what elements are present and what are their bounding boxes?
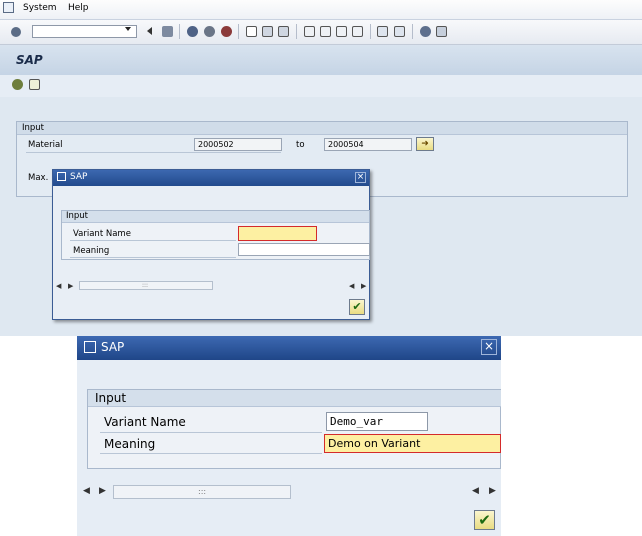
- dialog-window-icon: [57, 172, 66, 181]
- toolbar-separator: [296, 24, 297, 39]
- exit-icon[interactable]: [204, 26, 215, 37]
- scroll-grip: :::: [142, 282, 149, 289]
- print-icon[interactable]: [246, 26, 257, 37]
- meaning-field[interactable]: [238, 243, 370, 256]
- scroll-left-icon[interactable]: ◀: [472, 486, 479, 496]
- window-menu-icon[interactable]: [3, 2, 14, 13]
- scroll-right-icon[interactable]: ▶: [68, 282, 73, 290]
- dialog-title: SAP: [70, 172, 88, 182]
- dialog-group-title: Input: [95, 391, 127, 405]
- variant-name-label: Variant Name: [73, 229, 131, 239]
- label-underline: [70, 257, 236, 258]
- previous-page-icon[interactable]: [320, 26, 331, 37]
- scroll-left-icon[interactable]: ◀: [56, 282, 61, 290]
- scroll-right-icon[interactable]: ▶: [489, 486, 496, 496]
- enter-icon[interactable]: [11, 27, 21, 37]
- meaning-label: Meaning: [104, 437, 156, 451]
- dialog-title: SAP: [101, 340, 125, 354]
- back-arrow-icon[interactable]: [147, 27, 152, 35]
- shortcut-icon[interactable]: [394, 26, 405, 37]
- meaning-field[interactable]: Demo on Variant: [324, 434, 501, 453]
- variant-name-field[interactable]: [238, 226, 317, 241]
- confirm-button[interactable]: ✔: [474, 510, 495, 530]
- scroll-grip: :::: [198, 487, 207, 496]
- application-toolbar: [0, 75, 642, 97]
- toolbar-separator: [412, 24, 413, 39]
- scroll-right-icon[interactable]: ▶: [361, 282, 366, 290]
- toolbar-separator: [179, 24, 180, 39]
- menu-help[interactable]: Help: [68, 3, 89, 13]
- to-label: to: [296, 140, 305, 150]
- save-icon[interactable]: [162, 26, 173, 37]
- menu-bar: [0, 0, 642, 20]
- dialog-window-icon: [84, 341, 96, 353]
- meaning-label: Meaning: [73, 246, 110, 256]
- multiple-selection-button[interactable]: ➜: [416, 137, 434, 151]
- help-icon[interactable]: [420, 26, 431, 37]
- max-label: Max.: [28, 173, 49, 183]
- dialog-group-title: Input: [66, 211, 89, 221]
- last-page-icon[interactable]: [352, 26, 363, 37]
- close-icon[interactable]: ×: [355, 172, 366, 183]
- toolbar-separator: [370, 24, 371, 39]
- command-field[interactable]: [32, 25, 137, 38]
- menu-system[interactable]: System: [23, 3, 57, 13]
- close-icon[interactable]: ×: [481, 339, 497, 355]
- first-page-icon[interactable]: [304, 26, 315, 37]
- dialog-group-header: [62, 211, 369, 223]
- execute-icon[interactable]: [12, 79, 23, 90]
- scroll-left-icon[interactable]: ◀: [83, 486, 90, 496]
- cancel-icon[interactable]: [221, 26, 232, 37]
- find-next-icon[interactable]: [278, 26, 289, 37]
- title-bar: [0, 45, 642, 76]
- back-icon[interactable]: [187, 26, 198, 37]
- scroll-right-icon[interactable]: ▶: [99, 486, 106, 496]
- get-variant-icon[interactable]: [29, 79, 40, 90]
- label-underline: [26, 152, 281, 153]
- scroll-left-icon[interactable]: ◀: [349, 282, 354, 290]
- layout-menu-icon[interactable]: [436, 26, 447, 37]
- label-underline: [100, 432, 322, 433]
- toolbar-separator: [238, 24, 239, 39]
- find-icon[interactable]: [262, 26, 273, 37]
- create-session-icon[interactable]: [377, 26, 388, 37]
- selection-group-header: [17, 122, 627, 135]
- selection-group-title: Input: [22, 123, 45, 133]
- page-title: SAP: [16, 53, 43, 67]
- dialog-group-header: [88, 390, 501, 407]
- variant-name-field[interactable]: Demo_var: [326, 412, 428, 431]
- dialog-title-bar: [77, 336, 501, 360]
- material-label: Material: [28, 140, 63, 150]
- next-page-icon[interactable]: [336, 26, 347, 37]
- command-dropdown-icon[interactable]: [125, 27, 131, 31]
- material-from-field[interactable]: 2000502: [194, 138, 282, 151]
- material-to-field[interactable]: 2000504: [324, 138, 412, 151]
- dialog-title-bar: [53, 170, 369, 186]
- variant-name-label: Variant Name: [104, 415, 186, 429]
- confirm-button[interactable]: ✔: [349, 299, 365, 315]
- label-underline: [100, 453, 322, 454]
- label-underline: [70, 240, 236, 241]
